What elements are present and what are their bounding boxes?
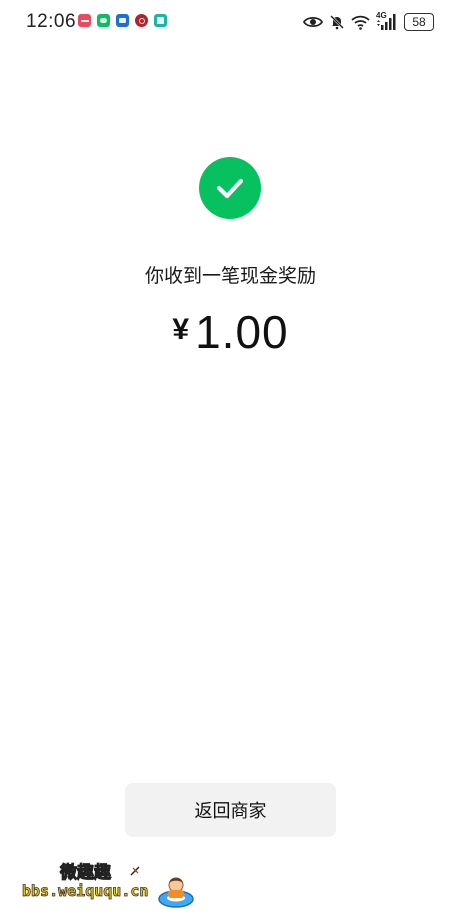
- mascot-icon: [158, 877, 194, 908]
- payment-success-screen: 12:06 4G 58 你收到一笔现金奖励 ¥ 1.00 返回商家 微趣趣 bb…: [0, 0, 461, 920]
- mute-icon: [330, 15, 344, 30]
- wechat-icon: [97, 14, 110, 27]
- amount-value: 1.00: [195, 306, 289, 358]
- status-bar: 12:06 4G 58: [0, 0, 461, 44]
- success-check-icon: [199, 157, 261, 219]
- reward-amount: ¥1.00: [0, 305, 461, 359]
- app-teal-icon: [154, 14, 167, 27]
- checkmark-icon: [216, 178, 244, 199]
- message-icon: [116, 14, 129, 27]
- return-to-merchant-button[interactable]: 返回商家: [125, 783, 336, 837]
- watermark: 微趣趣 bbs.weiququ.cn: [22, 852, 202, 912]
- eye-icon: [303, 16, 323, 28]
- signal-icon: 4G: [376, 11, 398, 31]
- sparkle-icon: [130, 866, 140, 876]
- app-darkred-icon: [135, 14, 148, 27]
- status-time: 12:06: [26, 11, 77, 32]
- wifi-icon: [351, 15, 370, 30]
- battery-icon: 58: [404, 13, 434, 31]
- reward-title: 你收到一笔现金奖励: [144, 265, 316, 287]
- currency-symbol: ¥: [172, 313, 190, 346]
- watermark-url: bbs.weiququ.cn: [22, 882, 149, 901]
- notification-icons: [78, 14, 167, 27]
- app-red-icon: [78, 14, 91, 27]
- watermark-name: 微趣趣: [60, 863, 112, 884]
- system-icons: 4G 58: [303, 11, 434, 33]
